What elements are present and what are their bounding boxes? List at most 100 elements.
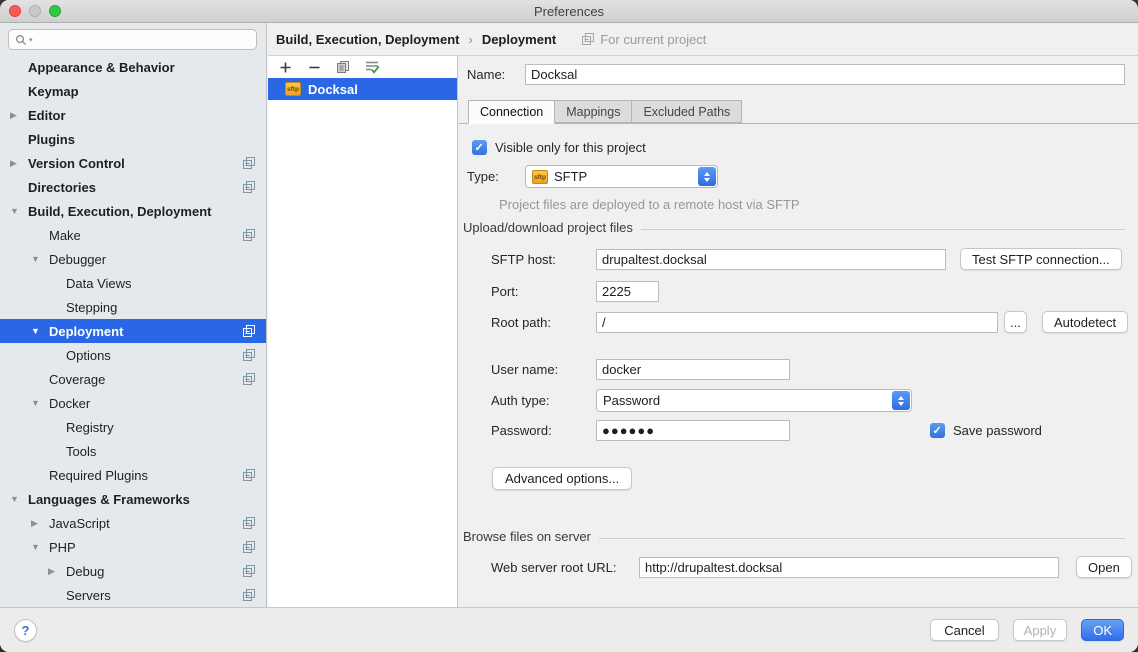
copy-server-button[interactable]: [333, 58, 353, 76]
type-select[interactable]: sftp SFTP: [525, 165, 718, 188]
tree-expander-icon[interactable]: [48, 566, 66, 577]
auth-type-selected-value: Password: [603, 393, 660, 408]
tree-expander-icon[interactable]: [31, 254, 49, 264]
tree-expander-icon[interactable]: [31, 542, 49, 552]
deployment-form: Name: Connection Mappings Excluded Paths…: [459, 56, 1138, 607]
ok-button[interactable]: OK: [1081, 619, 1124, 641]
tree-expander-icon[interactable]: [31, 518, 49, 529]
per-project-badge-icon: [243, 589, 255, 601]
sidebar-item[interactable]: Directories: [0, 175, 266, 199]
search-options-caret-icon[interactable]: ▾: [29, 36, 33, 44]
advanced-options-button[interactable]: Advanced options...: [492, 467, 632, 490]
tree-expander-icon[interactable]: [10, 206, 28, 216]
tree-expander-icon[interactable]: [31, 326, 49, 336]
sidebar-item[interactable]: Docker: [0, 391, 266, 415]
window-title: Preferences: [534, 4, 604, 19]
sidebar-item-label: Data Views: [66, 276, 132, 291]
search-input[interactable]: [35, 32, 250, 48]
sidebar-item[interactable]: Coverage: [0, 367, 266, 391]
tree-expander-icon[interactable]: [10, 494, 28, 504]
web-server-root-url-label: Web server root URL:: [491, 560, 639, 575]
name-input[interactable]: [525, 64, 1125, 85]
sidebar-item-label: Docker: [49, 396, 90, 411]
sidebar-item-label: Required Plugins: [49, 468, 148, 483]
sidebar-item[interactable]: JavaScript: [0, 511, 266, 535]
sftp-file-icon: sftp: [532, 170, 548, 184]
server-list-toolbar: [268, 56, 457, 78]
help-button[interactable]: ?: [14, 619, 37, 642]
settings-search-field[interactable]: ▾: [8, 29, 257, 50]
sidebar-item-label: PHP: [49, 540, 76, 555]
section-divider: [599, 538, 1125, 539]
sidebar-item[interactable]: Servers: [0, 583, 266, 607]
minimize-window-button[interactable]: [29, 5, 41, 17]
server-list-item-docksal[interactable]: sftp Docksal: [268, 78, 457, 100]
sftp-host-input[interactable]: [596, 249, 946, 270]
upload-section-header: Upload/download project files: [463, 220, 1125, 235]
per-project-badge-icon: [582, 33, 594, 45]
tab-mappings[interactable]: Mappings: [554, 100, 632, 123]
breadcrumb-section[interactable]: Build, Execution, Deployment: [276, 32, 459, 47]
sidebar-item-label: Appearance & Behavior: [28, 60, 175, 75]
apply-button[interactable]: Apply: [1013, 619, 1068, 641]
sidebar-item[interactable]: Make: [0, 223, 266, 247]
port-label: Port:: [491, 284, 596, 299]
user-name-label: User name:: [491, 362, 596, 377]
use-as-default-button[interactable]: [362, 58, 382, 76]
add-server-button[interactable]: [275, 58, 295, 76]
sidebar-item[interactable]: Stepping: [0, 295, 266, 319]
sidebar-item[interactable]: Options: [0, 343, 266, 367]
browse-root-path-button[interactable]: ...: [1004, 311, 1027, 333]
sidebar-item[interactable]: Debug: [0, 559, 266, 583]
sidebar-item[interactable]: Plugins: [0, 127, 266, 151]
sidebar-item[interactable]: Deployment: [0, 319, 266, 343]
sidebar-item-label: Make: [49, 228, 81, 243]
search-icon: [15, 34, 27, 46]
per-project-badge-icon: [243, 517, 255, 529]
copy-icon: [336, 60, 350, 74]
sidebar-item[interactable]: Languages & Frameworks: [0, 487, 266, 511]
sidebar-item[interactable]: Editor: [0, 103, 266, 127]
section-divider: [641, 229, 1125, 230]
open-url-button[interactable]: Open: [1076, 556, 1132, 578]
test-sftp-connection-button[interactable]: Test SFTP connection...: [960, 248, 1122, 270]
sidebar-item[interactable]: Build, Execution, Deployment: [0, 199, 266, 223]
sidebar-item[interactable]: Debugger: [0, 247, 266, 271]
deployment-tabs: Connection Mappings Excluded Paths: [459, 100, 1138, 124]
autodetect-button[interactable]: Autodetect: [1042, 311, 1128, 333]
password-input[interactable]: [596, 420, 790, 441]
save-password-label: Save password: [953, 423, 1042, 438]
web-server-root-url-input[interactable]: [639, 557, 1059, 578]
sftp-file-icon: sftp: [285, 82, 301, 96]
per-project-badge-icon: [243, 181, 255, 193]
cancel-button[interactable]: Cancel: [930, 619, 998, 641]
tab-connection[interactable]: Connection: [468, 100, 555, 124]
tab-excluded-paths[interactable]: Excluded Paths: [631, 100, 742, 123]
remove-server-button[interactable]: [304, 58, 324, 76]
sidebar-item[interactable]: Registry: [0, 415, 266, 439]
sidebar-item[interactable]: PHP: [0, 535, 266, 559]
root-path-input[interactable]: [596, 312, 998, 333]
sidebar-item-label: Options: [66, 348, 111, 363]
auth-type-select[interactable]: Password: [596, 389, 912, 412]
save-password-checkbox[interactable]: [930, 423, 945, 438]
user-name-input[interactable]: [596, 359, 790, 380]
sidebar-item[interactable]: Tools: [0, 439, 266, 463]
sidebar-item-label: Debugger: [49, 252, 106, 267]
sidebar-item[interactable]: Keymap: [0, 79, 266, 103]
tree-expander-icon[interactable]: [10, 110, 28, 121]
sidebar-item[interactable]: Appearance & Behavior: [0, 55, 266, 79]
dialog-footer: ? Cancel Apply OK: [0, 607, 1138, 652]
sidebar-item[interactable]: Version Control: [0, 151, 266, 175]
sidebar-item[interactable]: Required Plugins: [0, 463, 266, 487]
traffic-lights: [9, 5, 61, 17]
visible-only-checkbox[interactable]: [472, 140, 487, 155]
browse-section-header: Browse files on server: [463, 529, 1125, 544]
zoom-window-button[interactable]: [49, 5, 61, 17]
sidebar-item[interactable]: Data Views: [0, 271, 266, 295]
close-window-button[interactable]: [9, 5, 21, 17]
settings-sidebar: ▾ Appearance & Behavior: [0, 23, 267, 607]
port-input[interactable]: [596, 281, 659, 302]
tree-expander-icon[interactable]: [31, 398, 49, 408]
tree-expander-icon[interactable]: [10, 158, 28, 169]
